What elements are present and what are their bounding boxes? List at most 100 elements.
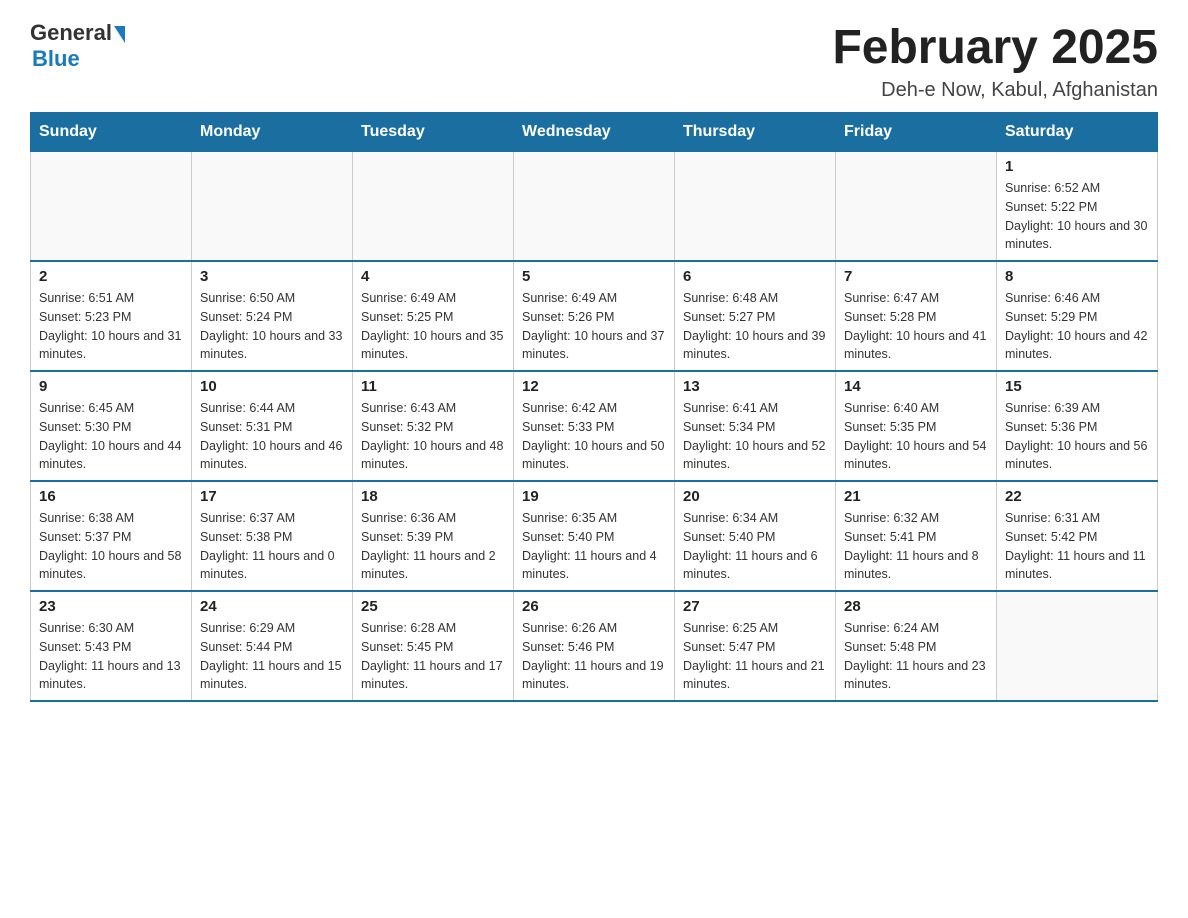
day-info: Sunrise: 6:39 AMSunset: 5:36 PMDaylight:… [1005,399,1149,474]
calendar-week-row: 2 Sunrise: 6:51 AMSunset: 5:23 PMDaylight… [31,261,1158,371]
calendar-cell: 26 Sunrise: 6:26 AMSunset: 5:46 PMDayligh… [514,591,675,701]
calendar-cell [192,152,353,262]
calendar-cell [514,152,675,262]
calendar-cell: 4Sunrise: 6:49 AMSunset: 5:25 PMDaylight… [353,261,514,371]
calendar-cell: 13 Sunrise: 6:41 AMSunset: 5:34 PMDayligh… [675,371,836,481]
day-number: 12 [522,378,666,395]
day-number: 22 [1005,488,1149,505]
location-subtitle: Deh-e Now, Kabul, Afghanistan [832,79,1158,102]
day-info: Sunrise: 6:29 AMSunset: 5:44 PMDaylight:… [200,619,344,694]
day-info: Sunrise: 6:52 AMSunset: 5:22 PMDaylight:… [1005,179,1149,254]
day-info: Sunrise: 6:40 AMSunset: 5:35 PMDaylight:… [844,399,988,474]
day-info: Sunrise: 6:49 AMSunset: 5:26 PMDaylight:… [522,289,666,364]
calendar-cell: 19 Sunrise: 6:35 AMSunset: 5:40 PMDayligh… [514,481,675,591]
day-number: 25 [361,598,505,615]
calendar-cell: 2 Sunrise: 6:51 AMSunset: 5:23 PMDaylight… [31,261,192,371]
day-header-sunday: Sunday [31,113,192,152]
calendar-cell [353,152,514,262]
calendar-cell: 23 Sunrise: 6:30 AMSunset: 5:43 PMDayligh… [31,591,192,701]
day-header-tuesday: Tuesday [353,113,514,152]
day-info: Sunrise: 6:36 AMSunset: 5:39 PMDaylight:… [361,509,505,584]
day-info: Sunrise: 6:46 AMSunset: 5:29 PMDaylight:… [1005,289,1149,364]
calendar-cell: 17 Sunrise: 6:37 AMSunset: 5:38 PMDayligh… [192,481,353,591]
day-number: 15 [1005,378,1149,395]
day-number: 8 [1005,268,1149,285]
day-info: Sunrise: 6:42 AMSunset: 5:33 PMDaylight:… [522,399,666,474]
calendar-cell: 18 Sunrise: 6:36 AMSunset: 5:39 PMDayligh… [353,481,514,591]
calendar-cell [836,152,997,262]
day-info: Sunrise: 6:51 AMSunset: 5:23 PMDaylight:… [39,289,183,364]
day-info: Sunrise: 6:28 AMSunset: 5:45 PMDaylight:… [361,619,505,694]
day-number: 9 [39,378,183,395]
day-info: Sunrise: 6:35 AMSunset: 5:40 PMDaylight:… [522,509,666,584]
calendar-cell: 22 Sunrise: 6:31 AMSunset: 5:42 PMDayligh… [997,481,1158,591]
day-number: 21 [844,488,988,505]
day-number: 3 [200,268,344,285]
calendar-cell: 12 Sunrise: 6:42 AMSunset: 5:33 PMDayligh… [514,371,675,481]
day-info: Sunrise: 6:37 AMSunset: 5:38 PMDaylight:… [200,509,344,584]
day-info: Sunrise: 6:41 AMSunset: 5:34 PMDaylight:… [683,399,827,474]
calendar-cell: 25 Sunrise: 6:28 AMSunset: 5:45 PMDayligh… [353,591,514,701]
day-header-wednesday: Wednesday [514,113,675,152]
day-info: Sunrise: 6:25 AMSunset: 5:47 PMDaylight:… [683,619,827,694]
calendar-cell: 11Sunrise: 6:43 AMSunset: 5:32 PMDayligh… [353,371,514,481]
day-number: 27 [683,598,827,615]
day-info: Sunrise: 6:45 AMSunset: 5:30 PMDaylight:… [39,399,183,474]
calendar-cell [31,152,192,262]
calendar-cell [675,152,836,262]
day-info: Sunrise: 6:34 AMSunset: 5:40 PMDaylight:… [683,509,827,584]
day-number: 17 [200,488,344,505]
day-info: Sunrise: 6:44 AMSunset: 5:31 PMDaylight:… [200,399,344,474]
day-info: Sunrise: 6:38 AMSunset: 5:37 PMDaylight:… [39,509,183,584]
day-number: 16 [39,488,183,505]
calendar-cell: 5 Sunrise: 6:49 AMSunset: 5:26 PMDaylight… [514,261,675,371]
day-info: Sunrise: 6:31 AMSunset: 5:42 PMDaylight:… [1005,509,1149,584]
calendar-week-row: 16 Sunrise: 6:38 AMSunset: 5:37 PMDayligh… [31,481,1158,591]
day-header-saturday: Saturday [997,113,1158,152]
calendar-cell: 20 Sunrise: 6:34 AMSunset: 5:40 PMDayligh… [675,481,836,591]
page-header: General Blue February 2025 Deh-e Now, Ka… [30,20,1158,102]
calendar-cell: 10Sunrise: 6:44 AMSunset: 5:31 PMDayligh… [192,371,353,481]
title-block: February 2025 Deh-e Now, Kabul, Afghanis… [832,20,1158,102]
calendar-cell: 28 Sunrise: 6:24 AMSunset: 5:48 PMDayligh… [836,591,997,701]
calendar-cell: 27 Sunrise: 6:25 AMSunset: 5:47 PMDayligh… [675,591,836,701]
day-number: 24 [200,598,344,615]
day-number: 7 [844,268,988,285]
day-number: 23 [39,598,183,615]
day-number: 6 [683,268,827,285]
day-number: 5 [522,268,666,285]
day-number: 20 [683,488,827,505]
day-info: Sunrise: 6:32 AMSunset: 5:41 PMDaylight:… [844,509,988,584]
day-info: Sunrise: 6:47 AMSunset: 5:28 PMDaylight:… [844,289,988,364]
calendar-header-row: SundayMondayTuesdayWednesdayThursdayFrid… [31,113,1158,152]
day-header-friday: Friday [836,113,997,152]
day-info: Sunrise: 6:43 AMSunset: 5:32 PMDaylight:… [361,399,505,474]
calendar-cell: 9 Sunrise: 6:45 AMSunset: 5:30 PMDaylight… [31,371,192,481]
calendar-cell: 24 Sunrise: 6:29 AMSunset: 5:44 PMDayligh… [192,591,353,701]
calendar-cell: 6Sunrise: 6:48 AMSunset: 5:27 PMDaylight… [675,261,836,371]
calendar-cell: 3Sunrise: 6:50 AMSunset: 5:24 PMDaylight… [192,261,353,371]
logo: General Blue [30,20,125,72]
day-info: Sunrise: 6:26 AMSunset: 5:46 PMDaylight:… [522,619,666,694]
day-header-monday: Monday [192,113,353,152]
day-number: 18 [361,488,505,505]
calendar-cell: 8 Sunrise: 6:46 AMSunset: 5:29 PMDaylight… [997,261,1158,371]
day-number: 28 [844,598,988,615]
calendar-table: SundayMondayTuesdayWednesdayThursdayFrid… [30,112,1158,702]
calendar-cell: 14 Sunrise: 6:40 AMSunset: 5:35 PMDayligh… [836,371,997,481]
calendar-cell: 1Sunrise: 6:52 AMSunset: 5:22 PMDaylight… [997,152,1158,262]
logo-blue-text: Blue [32,46,80,72]
day-number: 13 [683,378,827,395]
month-title: February 2025 [832,20,1158,75]
day-info: Sunrise: 6:30 AMSunset: 5:43 PMDaylight:… [39,619,183,694]
day-number: 19 [522,488,666,505]
day-info: Sunrise: 6:49 AMSunset: 5:25 PMDaylight:… [361,289,505,364]
day-info: Sunrise: 6:24 AMSunset: 5:48 PMDaylight:… [844,619,988,694]
calendar-cell [997,591,1158,701]
calendar-week-row: 1Sunrise: 6:52 AMSunset: 5:22 PMDaylight… [31,152,1158,262]
day-number: 14 [844,378,988,395]
calendar-week-row: 9 Sunrise: 6:45 AMSunset: 5:30 PMDaylight… [31,371,1158,481]
day-number: 26 [522,598,666,615]
logo-general-text: General [30,20,112,46]
day-number: 2 [39,268,183,285]
